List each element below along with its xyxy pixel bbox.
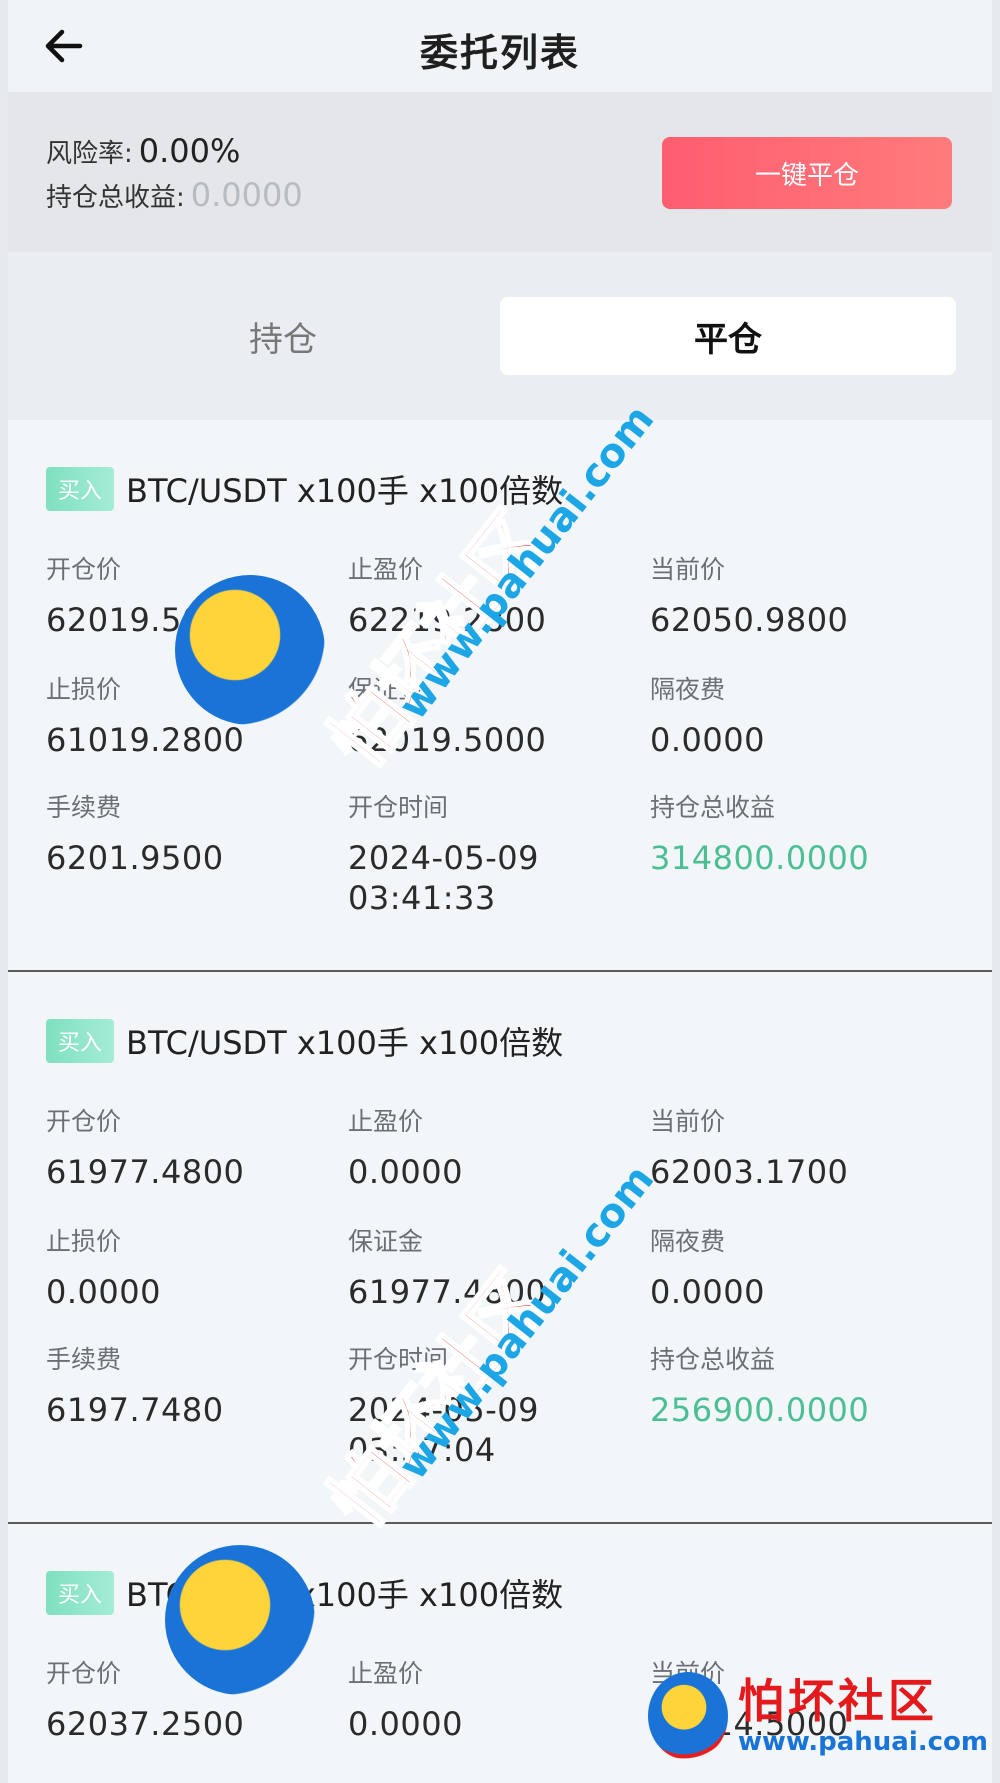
margin-field: 保证金 62019.5000	[348, 670, 638, 760]
take-profit-label: 止盈价	[348, 555, 424, 584]
fee-label: 手续费	[46, 1345, 122, 1374]
risk-rate-label: 风险率:	[46, 139, 133, 169]
side-badge: 买入	[46, 1571, 115, 1615]
open-time-label: 开仓时间	[348, 793, 449, 822]
fee-label: 手续费	[46, 793, 122, 822]
fish-icon	[648, 1672, 728, 1760]
position-tabs: 持仓 平仓	[8, 252, 992, 420]
fee-value: 6197.7480	[46, 1391, 224, 1429]
overnight-fee-field: 隔夜费 0.0000	[650, 1222, 940, 1312]
open-clock: 03:37:04	[348, 1431, 496, 1469]
order-card[interactable]: 买入 BTC/USDT x100手 x100倍数 开仓价 62019.5000 止…	[8, 420, 992, 972]
open-price-label: 开仓价	[46, 555, 122, 584]
total-profit-label: 持仓总收益	[650, 793, 776, 822]
take-profit-value: 0.0000	[348, 1153, 463, 1191]
current-price-value: 62003.1700	[650, 1153, 849, 1191]
open-price-value: 62037.2500	[46, 1705, 245, 1743]
current-price-value: 62050.9800	[650, 601, 849, 639]
open-date: 2024-05-09	[348, 839, 539, 877]
overnight-fee-value: 0.0000	[650, 1273, 765, 1311]
open-time-field: 开仓时间 2024-05-09 03:41:33	[348, 788, 638, 918]
current-price-field: 当前价 62003.1700	[650, 1102, 940, 1192]
take-profit-field: 止盈价 0.0000	[348, 1102, 638, 1192]
corner-logo-text: 怕坏社区 www.pahuai.com	[738, 1675, 988, 1757]
take-profit-value: 62219.2800	[348, 601, 547, 639]
order-header: 买入 BTC/USDT x100手 x100倍数	[46, 466, 563, 512]
risk-rate-value: 0.00%	[138, 132, 241, 170]
watermark-corner-logo: 怕坏社区 www.pahuai.com	[648, 1657, 988, 1775]
tab-holding[interactable]: 持仓	[133, 297, 433, 375]
stop-loss-field: 止损价 0.0000	[46, 1222, 336, 1312]
side-badge: 买入	[46, 1019, 115, 1063]
open-time-label: 开仓时间	[348, 1345, 449, 1374]
take-profit-field: 止盈价 0.0000	[348, 1654, 638, 1744]
margin-value: 62019.5000	[348, 721, 547, 759]
current-price-label: 当前价	[650, 1107, 726, 1136]
open-price-field: 开仓价 62019.5000	[46, 550, 336, 640]
corner-logo-url: www.pahuai.com	[737, 1727, 988, 1757]
current-price-field: 当前价 62050.9800	[650, 550, 940, 640]
take-profit-label: 止盈价	[348, 1107, 424, 1136]
margin-field: 保证金 61977.4800	[348, 1222, 638, 1312]
total-profit-label: 持仓总收益:	[46, 183, 185, 213]
fee-value: 6201.9500	[46, 839, 224, 877]
side-badge: 买入	[46, 467, 115, 511]
open-time-field: 开仓时间 2024-05-09 03:37:04	[348, 1340, 638, 1470]
take-profit-label: 止盈价	[348, 1659, 424, 1688]
close-all-button[interactable]: 一键平仓	[662, 137, 952, 209]
open-price-value: 62019.5000	[46, 601, 245, 639]
open-price-label: 开仓价	[46, 1107, 122, 1136]
open-time-value: 2024-05-09 03:37:04	[348, 1390, 638, 1470]
take-profit-field: 止盈价 62219.2800	[348, 550, 638, 640]
risk-rate-row: 风险率: 0.00%	[46, 132, 240, 170]
open-price-field: 开仓价 62037.2500	[46, 1654, 336, 1744]
total-profit-field: 持仓总收益 314800.0000	[650, 788, 940, 878]
stop-loss-value: 61019.2800	[46, 721, 245, 759]
stop-loss-field: 止损价 61019.2800	[46, 670, 336, 760]
total-profit-label: 持仓总收益	[650, 1345, 776, 1374]
take-profit-value: 0.0000	[348, 1705, 463, 1743]
tab-closed[interactable]: 平仓	[500, 297, 956, 375]
open-price-field: 开仓价 61977.4800	[46, 1102, 336, 1192]
page-title: 委托列表	[419, 31, 580, 75]
stop-loss-label: 止损价	[46, 675, 122, 704]
open-time-value: 2024-05-09 03:41:33	[348, 838, 638, 918]
stop-loss-value: 0.0000	[46, 1273, 161, 1311]
fee-field: 手续费 6201.9500	[46, 788, 336, 878]
total-profit-field: 持仓总收益 256900.0000	[650, 1340, 940, 1430]
total-profit-value: 256900.0000	[650, 1391, 870, 1429]
total-profit-row: 持仓总收益: 0.0000	[46, 176, 303, 214]
open-date: 2024-05-09	[348, 1391, 539, 1429]
order-header: 买入 BTC/USDT x100手 x100倍数	[46, 1018, 563, 1064]
order-card[interactable]: 买入 BTC/USDT x100手 x100倍数 开仓价 61977.4800 止…	[8, 972, 992, 1524]
current-price-label: 当前价	[650, 555, 726, 584]
open-price-value: 61977.4800	[46, 1153, 245, 1191]
fee-field: 手续费 6197.7480	[46, 1340, 336, 1430]
margin-value: 61977.4800	[348, 1273, 547, 1311]
overnight-fee-label: 隔夜费	[650, 675, 726, 704]
total-profit-value: 314800.0000	[650, 839, 870, 877]
stop-loss-label: 止损价	[46, 1227, 122, 1256]
overnight-fee-value: 0.0000	[650, 721, 765, 759]
overnight-fee-label: 隔夜费	[650, 1227, 726, 1256]
order-title: BTC/USDT x100手 x100倍数	[126, 1024, 564, 1062]
margin-label: 保证金	[348, 675, 424, 704]
open-price-label: 开仓价	[46, 1659, 122, 1688]
margin-label: 保证金	[348, 1227, 424, 1256]
order-header: 买入 BTC/USDT x100手 x100倍数	[46, 1570, 563, 1616]
account-summary: 风险率: 0.00% 持仓总收益: 0.0000 一键平仓	[8, 92, 992, 252]
order-title: BTC/USDT x100手 x100倍数	[126, 1576, 564, 1614]
total-profit-value: 0.0000	[190, 176, 303, 214]
frame-edge-right	[992, 0, 1000, 1783]
frame-edge-left	[0, 0, 8, 1783]
overnight-fee-field: 隔夜费 0.0000	[650, 670, 940, 760]
top-bar: 委托列表	[8, 0, 992, 90]
order-title: BTC/USDT x100手 x100倍数	[126, 472, 564, 510]
open-clock: 03:41:33	[348, 879, 496, 917]
corner-logo-brand: 怕坏社区	[737, 1674, 938, 1728]
